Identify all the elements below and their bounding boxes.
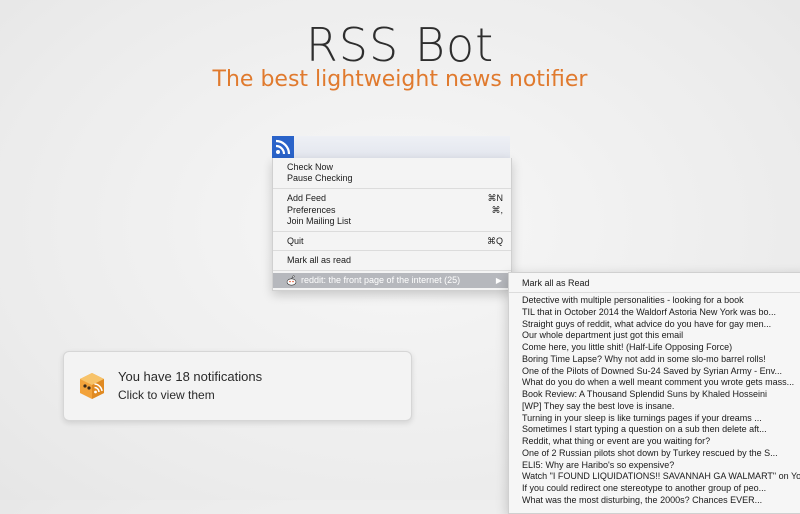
feed-item[interactable]: One of the Pilots of Downed Su-24 Saved … [522, 366, 800, 378]
menu-separator [273, 188, 511, 189]
feed-item[interactable]: Watch "I FOUND LIQUIDATIONS!! SAVANNAH G… [522, 471, 800, 483]
submenu-arrow-icon: ▶ [495, 276, 502, 285]
menu-item-label: Join Mailing List [287, 216, 352, 226]
menu-item-label: Preferences [287, 205, 336, 215]
menu-item-add-feed[interactable]: Add Feed ⌘N [287, 192, 503, 204]
menu-item-label: Mark all as read [287, 255, 352, 265]
menu-separator [273, 270, 511, 271]
feed-item[interactable]: Book Review: A Thousand Splendid Suns by… [522, 389, 800, 401]
feed-item[interactable]: Come here, you little shit! (Half-Life O… [522, 342, 800, 354]
menu-item-label: Check Now [287, 162, 334, 172]
notification-title: You have 18 notifications [118, 369, 263, 384]
feed-item[interactable]: [WP] They say the best love is insane. [522, 401, 800, 413]
feed-item[interactable]: What was the most disturbing, the 2000s?… [522, 495, 800, 507]
menu-item-quit[interactable]: Quit ⌘Q [287, 235, 503, 247]
menu-item-label: reddit: the front page of the internet (… [301, 275, 461, 285]
menu-separator [273, 250, 511, 251]
feed-item[interactable]: One of 2 Russian pilots shot down by Tur… [522, 448, 800, 460]
feed-item[interactable]: If you could redirect one stereotype to … [522, 483, 800, 495]
notification-banner[interactable]: You have 18 notifications Click to view … [63, 351, 412, 421]
feed-item[interactable]: Boring Time Lapse? Why not add in some s… [522, 354, 800, 366]
menu-item-label: Add Feed [287, 193, 327, 203]
menu-item-label: Pause Checking [287, 173, 353, 183]
reddit-alien-icon [286, 275, 297, 286]
menu-item-label: Quit [287, 236, 304, 246]
app-subtitle: The best lightweight news notifier [212, 67, 588, 92]
rss-bot-cube-icon [80, 373, 104, 399]
menu-item-pause-checking[interactable]: Pause Checking [287, 172, 503, 184]
feed-item[interactable]: TIL that in October 2014 the Waldorf Ast… [522, 307, 800, 319]
menubar [272, 136, 510, 158]
feed-item[interactable]: Straight guys of reddit, what advice do … [522, 319, 800, 331]
menu-item-join-mailing-list[interactable]: Join Mailing List [287, 215, 503, 227]
rss-icon [275, 139, 291, 155]
feed-item[interactable]: Detective with multiple personalities - … [522, 295, 800, 307]
feed-item[interactable]: ELI5: Why are Haribo's so expensive? [522, 460, 800, 472]
feed-item[interactable]: Reddit, what thing or event are you wait… [522, 436, 800, 448]
feed-item[interactable]: Turning in your sleep is like turnings p… [522, 413, 800, 425]
feed-items-list: Detective with multiple personalities - … [522, 295, 800, 507]
shortcut-label: ⌘N [487, 193, 504, 203]
shortcut-label: ⌘Q [486, 236, 503, 246]
menu-item-mark-all-as-read[interactable]: Mark all as read [287, 254, 503, 266]
rss-dropdown-menu: Check Now Pause Checking Add Feed ⌘N Pre… [272, 158, 512, 291]
rss-menubar-button[interactable] [272, 136, 294, 158]
app-title: RSS Bot [305, 18, 495, 72]
notification-body: Click to view them [118, 388, 215, 402]
submenu-mark-all-read[interactable]: Mark all as Read [522, 277, 590, 289]
menu-separator [509, 292, 800, 293]
menu-separator [273, 231, 511, 232]
feed-item[interactable]: Our whole department just got this email [522, 330, 800, 342]
feed-item[interactable]: What do you do when a well meant comment… [522, 377, 800, 389]
reddit-feed-submenu: Mark all as Read Detective with multiple… [508, 272, 800, 514]
feed-item[interactable]: Sometimes I start typing a question on a… [522, 424, 800, 436]
menu-item-reddit-feed[interactable]: reddit: the front page of the internet (… [273, 273, 511, 288]
